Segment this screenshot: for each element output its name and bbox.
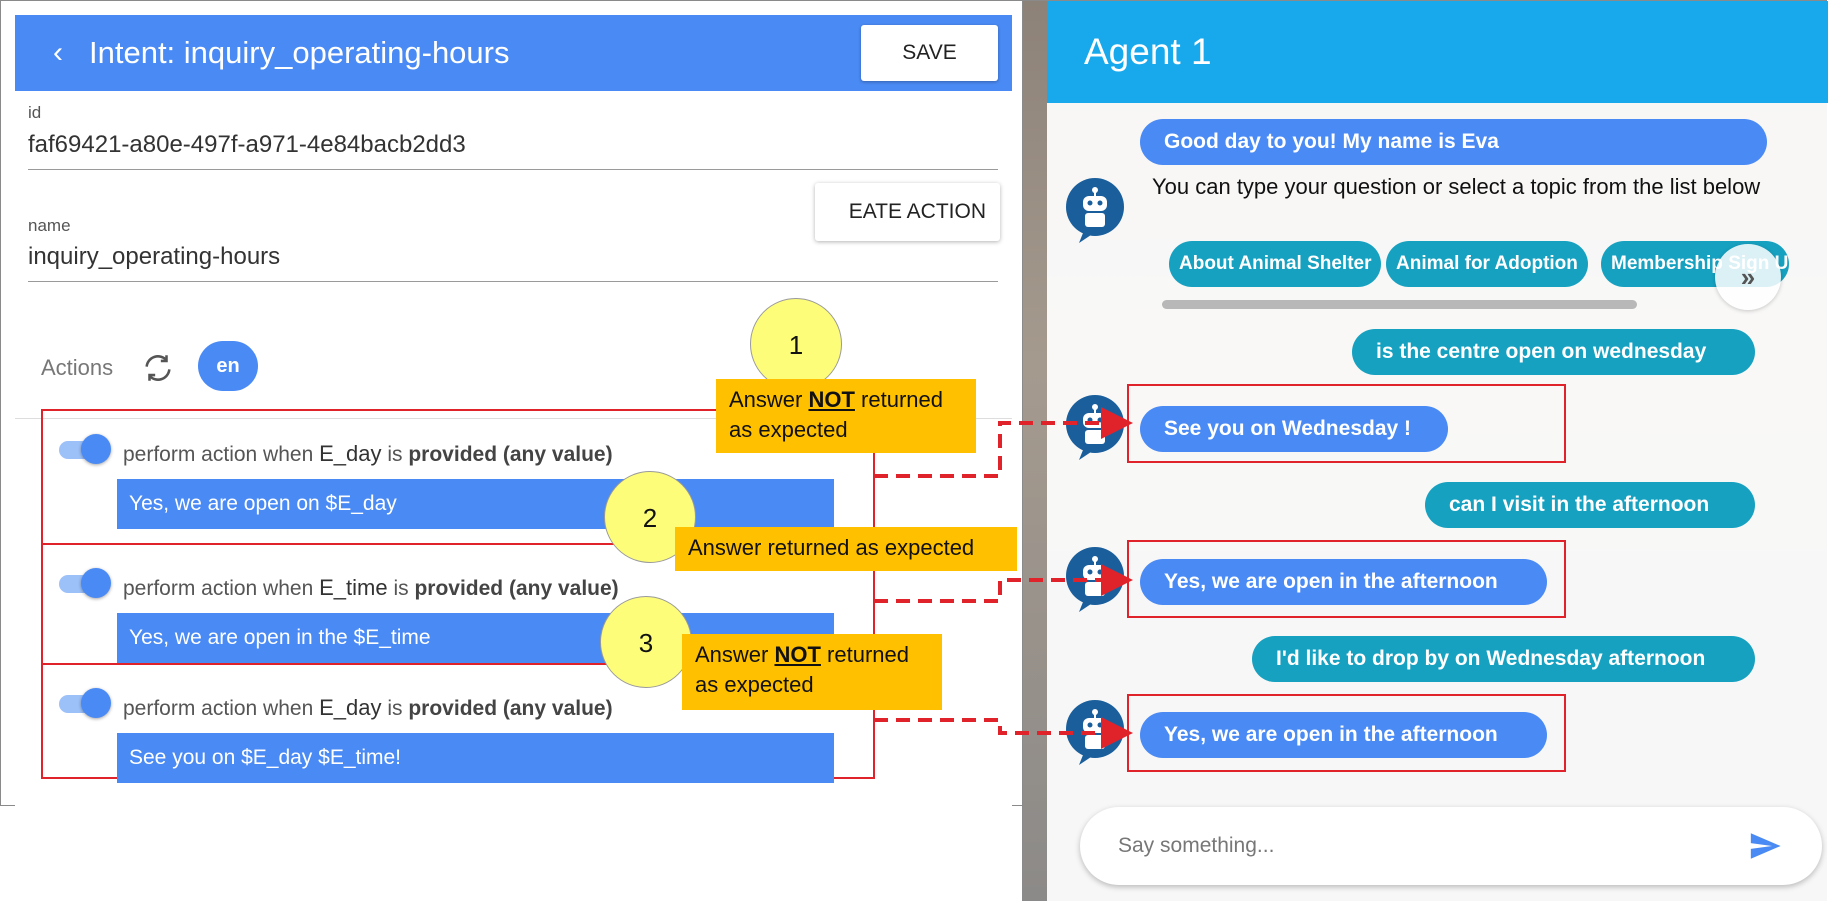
user-message: I'd like to drop by on Wednesday afterno…	[1252, 636, 1755, 682]
user-message: is the centre open on wednesday	[1352, 329, 1755, 375]
topic-chip[interactable]: Animal for Adoption	[1386, 241, 1588, 287]
send-icon[interactable]	[1746, 829, 1784, 863]
highlight-box	[1127, 384, 1566, 463]
annotation-note: Answer NOT returned as expected	[682, 634, 942, 710]
message-input[interactable]	[1118, 827, 1718, 865]
entity-name: E_day	[319, 441, 382, 466]
back-button[interactable]: ‹	[43, 37, 73, 69]
highlight-box	[1127, 694, 1566, 772]
action-response-field[interactable]: Yes, we are open on $E_day	[117, 479, 834, 529]
actions-list: perform action when E_day is provided (a…	[41, 409, 875, 783]
intent-header: ‹ Intent: inquiry_operating-hours SAVE	[15, 15, 1012, 91]
refresh-icon[interactable]	[141, 351, 175, 385]
action-toggle[interactable]	[55, 434, 111, 464]
bot-avatar-icon	[1066, 178, 1124, 243]
message-input-bar	[1080, 807, 1822, 885]
highlight-box	[1127, 540, 1566, 618]
page-title: Intent: inquiry_operating-hours	[89, 35, 510, 70]
bot-avatar-icon	[1066, 395, 1124, 460]
save-button[interactable]: SAVE	[861, 25, 998, 81]
bot-avatar-icon	[1066, 700, 1124, 765]
annotation-note: Answer NOT returned as expected	[716, 379, 976, 453]
chat-header: Agent 1	[1047, 1, 1828, 103]
entity-name: E_day	[319, 695, 382, 720]
annotation-number: 3	[600, 596, 692, 688]
actions-label: Actions	[41, 355, 114, 380]
agent-title: Agent 1	[1084, 31, 1212, 72]
id-label: id	[28, 103, 42, 122]
action-condition: perform action when E_time is provided (…	[123, 575, 619, 600]
topic-next-button[interactable]: »	[1715, 244, 1781, 310]
language-chip[interactable]: en	[198, 341, 258, 391]
chevron-left-icon: ‹	[53, 36, 63, 69]
bot-avatar-icon	[1066, 547, 1124, 612]
user-message: can I visit in the afternoon	[1425, 482, 1755, 528]
topic-scrollbar[interactable]	[1162, 300, 1637, 309]
topic-chip[interactable]: About Animal Shelter	[1169, 241, 1382, 287]
action-toggle[interactable]	[55, 688, 111, 718]
action-response-field[interactable]: See you on $E_day $E_time!	[117, 733, 834, 783]
id-field[interactable]: faf69421-a80e-497f-a971-4e84bacb2dd3	[28, 131, 998, 170]
create-action-button[interactable]: EATE ACTION	[815, 183, 1000, 241]
entity-name: E_time	[319, 575, 388, 600]
action-toggle[interactable]	[55, 568, 111, 598]
annotation-note: Answer returned as expected	[675, 527, 1017, 571]
name-field[interactable]: inquiry_operating-hours	[28, 243, 998, 282]
annotation-number: 1	[750, 298, 842, 390]
bot-message: Good day to you! My name is Eva	[1140, 119, 1767, 165]
action-condition: perform action when E_day is provided (a…	[123, 695, 613, 720]
name-label: name	[28, 216, 71, 235]
bot-intro-text: You can type your question or select a t…	[1152, 174, 1761, 199]
action-condition: perform action when E_day is provided (a…	[123, 441, 613, 466]
double-chevron-right-icon: »	[1740, 262, 1756, 292]
